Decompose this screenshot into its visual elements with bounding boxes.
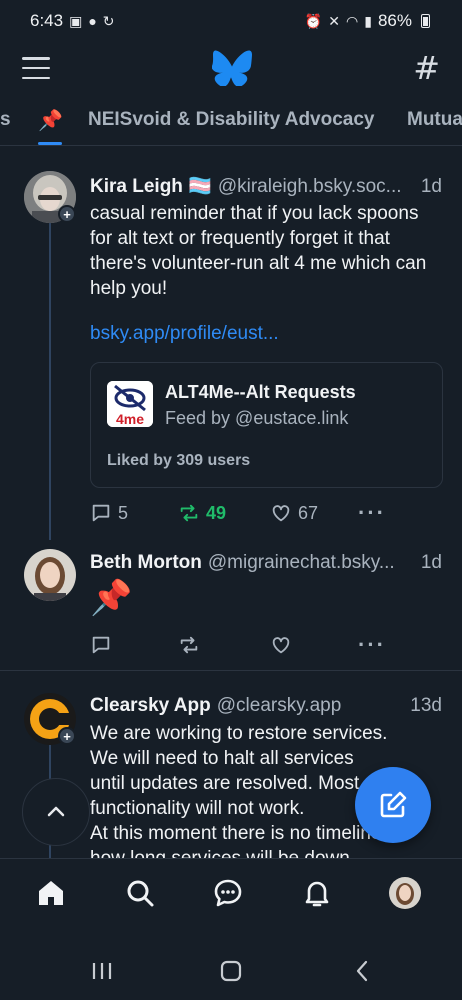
compose-post-button[interactable] (355, 767, 431, 843)
alarm-icon: ⏰ (304, 12, 323, 29)
more-icon: ··· (358, 632, 386, 657)
home-icon (39, 881, 63, 905)
sync-icon: ↻ (102, 12, 115, 29)
wifi-icon: ◠ (346, 12, 359, 29)
tab-pinned[interactable]: 📌 (38, 94, 63, 145)
tab-mutuals[interactable]: Mutua (407, 94, 462, 145)
post-header: Clearsky App @clearsky.app 13d (90, 695, 442, 717)
system-navigation (0, 942, 462, 1000)
scroll-to-top-button[interactable] (22, 778, 90, 846)
tab-previous[interactable]: s (0, 94, 11, 145)
repost-icon (180, 504, 198, 522)
signal-icon: ▮ (364, 12, 372, 29)
chat-icon (214, 879, 242, 907)
tab-neisvoid[interactable]: NEISvoid & Disability Advocacy (88, 94, 375, 145)
nav-profile[interactable] (387, 875, 423, 911)
post-divider (0, 670, 462, 671)
post-time: 1d (420, 176, 442, 197)
nav-chat[interactable] (210, 875, 246, 911)
reply-icon (92, 636, 110, 654)
more-icon: ··· (358, 500, 386, 525)
like-button[interactable] (270, 630, 292, 660)
feed[interactable]: + Kira Leigh 🏳️‍⚧️ @kiraleigh.bsky.soc..… (0, 147, 462, 858)
compose-icon (380, 791, 407, 818)
post-time: 1d (420, 552, 442, 573)
more-options-button[interactable]: ··· (358, 498, 386, 528)
search-icon (127, 880, 154, 907)
like-button[interactable]: 67 (270, 498, 318, 528)
chevron-up-icon (47, 806, 65, 817)
post-header: Kira Leigh 🏳️‍⚧️ @kiraleigh.bsky.soc... … (90, 174, 442, 198)
reply-icon (92, 504, 110, 522)
repost-button[interactable]: 49 (178, 498, 226, 528)
back-icon (356, 960, 368, 982)
repost-count: 49 (206, 502, 227, 523)
reply-button[interactable] (90, 630, 112, 660)
embed-icon-text: 4me (116, 411, 144, 427)
person-add-icon: ● (88, 13, 97, 29)
post-header: Beth Morton @migrainechat.bsky... 1d (90, 552, 442, 574)
follow-plus-badge[interactable]: + (58, 205, 76, 223)
author-handle[interactable]: @clearsky.app (217, 695, 405, 717)
nav-search[interactable] (122, 875, 158, 911)
feed-tabs: s 📌 NEISvoid & Disability Advocacy Mutua (0, 94, 462, 146)
like-count: 67 (298, 502, 319, 523)
heart-icon (272, 637, 290, 654)
reply-button[interactable]: 5 (90, 498, 128, 528)
post-link[interactable]: bsky.app/profile/eust... (90, 323, 279, 345)
post-time: 13d (410, 695, 442, 716)
home-outline-icon (220, 960, 242, 982)
status-time: 6:43 (30, 11, 64, 30)
butterfly-logo[interactable] (211, 50, 252, 86)
hash-icon[interactable]: # (413, 49, 440, 87)
follow-plus-badge[interactable]: + (58, 727, 76, 745)
app-header: # (0, 42, 462, 94)
embed-subtitle: Feed by @eustace.link (165, 408, 349, 428)
author-name[interactable]: Clearsky App (90, 695, 211, 717)
profile-avatar (389, 877, 421, 909)
bottom-navigation (0, 858, 462, 942)
more-options-button[interactable]: ··· (358, 630, 386, 660)
home-button[interactable] (219, 956, 243, 986)
post-actions: ··· (90, 630, 390, 660)
back-button[interactable] (350, 956, 374, 986)
active-tab-indicator (38, 142, 62, 145)
author-name[interactable]: Kira Leigh 🏳️‍⚧️ (90, 174, 212, 198)
post-text: 📌 (90, 579, 133, 617)
alt4me-feed-icon: 4me (107, 381, 153, 427)
battery-percent: 86% (377, 11, 412, 30)
thread-line (49, 223, 51, 540)
heart-icon (272, 505, 290, 522)
feed-embed-card[interactable]: 4me ALT4Me--Alt Requests Feed by @eustac… (90, 362, 443, 488)
author-name[interactable]: Beth Morton (90, 552, 202, 574)
recents-button[interactable] (90, 956, 114, 986)
post-text: casual reminder that if you lack spoons … (90, 203, 427, 299)
nav-home[interactable] (33, 875, 69, 911)
reply-count: 5 (118, 502, 129, 523)
nav-notifications[interactable] (299, 875, 335, 911)
mute-icon: ✕ (328, 12, 341, 29)
repost-icon (180, 636, 198, 654)
embed-title: ALT4Me--Alt Requests (165, 382, 356, 402)
embed-likes: Liked by 309 users (107, 452, 251, 469)
menu-icon[interactable] (22, 57, 50, 79)
calendar-icon: ▣ (69, 12, 83, 29)
repost-button[interactable] (178, 630, 200, 660)
battery-icon (421, 14, 430, 28)
author-handle[interactable]: @kiraleigh.bsky.soc... (218, 176, 415, 198)
bell-icon (305, 881, 329, 907)
post-actions: 5 49 67 ··· (90, 498, 390, 528)
author-handle[interactable]: @migrainechat.bsky... (208, 552, 415, 574)
avatar[interactable] (24, 549, 76, 601)
status-bar: 6:43 ▣ ● ↻ ⏰ ✕ ◠ ▮ 86% (0, 0, 462, 42)
recents-icon (92, 963, 112, 979)
